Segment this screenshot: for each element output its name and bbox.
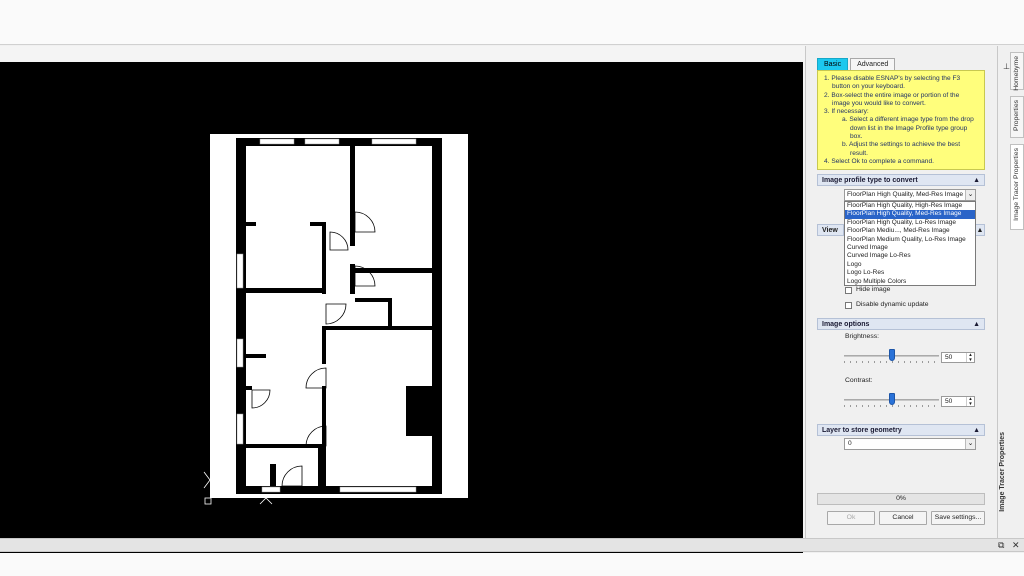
- brightness-slider[interactable]: [844, 349, 939, 363]
- disable-update-label: Disable dynamic update: [856, 301, 929, 308]
- dropdown-option[interactable]: Logo Multiple Colors: [845, 278, 975, 286]
- chevron-down-icon[interactable]: ⌄: [965, 439, 975, 449]
- collapse-arrow-icon[interactable]: ▲: [976, 224, 985, 236]
- chevron-down-icon[interactable]: ⌄: [965, 190, 975, 200]
- collapse-arrow-icon[interactable]: ▲: [973, 175, 980, 186]
- hide-image-checkbox[interactable]: [845, 286, 852, 294]
- dropdown-option[interactable]: FloorPlan Medium Quality, Lo-Res Image: [845, 236, 975, 244]
- drawing-viewport-frame: [0, 46, 806, 572]
- brightness-value: 50: [945, 354, 953, 361]
- profile-section-header[interactable]: Image profile type to convert ▲: [817, 174, 985, 186]
- profile-type-combo[interactable]: FloorPlan High Quality, Med-Res Image ⌄: [844, 189, 976, 201]
- ok-button[interactable]: Ok: [827, 511, 875, 525]
- instruction-line: a. Select a different image type from th…: [842, 116, 974, 141]
- dropdown-option[interactable]: FloorPlan Mediu..., Med-Res Image: [845, 227, 975, 235]
- side-tab-label: Homebyme: [1013, 56, 1020, 91]
- progress-bar: 0%: [817, 493, 985, 505]
- dropdown-option[interactable]: Curved Image: [845, 244, 975, 252]
- close-icon[interactable]: ✕: [1012, 540, 1020, 551]
- collapse-arrow-icon[interactable]: ▲: [973, 319, 980, 330]
- side-tab-homebyme[interactable]: Homebyme: [1010, 52, 1024, 91]
- image-options-header[interactable]: Image options ▲: [817, 318, 985, 330]
- dropdown-option[interactable]: Logo Lo-Res: [845, 269, 975, 277]
- brightness-label: Brightness:: [845, 333, 880, 340]
- disable-update-row[interactable]: Disable dynamic update: [845, 300, 929, 310]
- view-section-header[interactable]: View o: [817, 224, 844, 236]
- slider-ticks: [844, 361, 939, 363]
- restore-icon[interactable]: ⧉: [998, 540, 1004, 551]
- layer-combo[interactable]: 0 ⌄: [844, 438, 976, 450]
- layer-section-title: Layer to store geometry: [822, 427, 902, 434]
- layer-value: 0: [848, 440, 852, 447]
- image-tracer-panel: Basic Advanced 1. Please disable ESNAP's…: [807, 46, 997, 538]
- bottom-docking-bar: ⧉ ✕: [0, 538, 1024, 552]
- contrast-label: Contrast:: [845, 377, 873, 384]
- brightness-spinbox[interactable]: 50 ▲ ▼: [941, 352, 975, 363]
- instruction-line: 3. If necessary:: [824, 108, 869, 116]
- dropdown-option[interactable]: FloorPlan High Quality, High-Res Image: [845, 202, 975, 210]
- side-tab-properties[interactable]: Properties: [1010, 96, 1024, 138]
- command-line-area: [0, 553, 1024, 576]
- contrast-spinbox[interactable]: 50 ▲ ▼: [941, 396, 975, 407]
- contrast-value: 50: [945, 398, 953, 405]
- tab-advanced[interactable]: Advanced: [850, 58, 896, 70]
- dropdown-option[interactable]: FloorPlan High Quality, Lo-Res Image: [845, 219, 975, 227]
- brightness-slider-thumb[interactable]: [888, 349, 895, 361]
- disable-update-checkbox[interactable]: [845, 301, 852, 309]
- floorplan-image: [210, 134, 468, 498]
- grip-marker-icons: [203, 471, 273, 505]
- collapse-arrow-icon[interactable]: ▲: [973, 425, 980, 436]
- instruction-line: 1. Please disable ESNAP's by selecting t…: [824, 75, 961, 91]
- top-toolbar-area: [0, 0, 1024, 45]
- panel-vertical-title: Image Tracer Properties: [999, 432, 1006, 512]
- progress-text: 0%: [896, 495, 906, 502]
- image-options-title: Image options: [822, 321, 870, 328]
- side-tab-label: Image Tracer Properties: [1013, 148, 1020, 221]
- drawing-canvas[interactable]: [0, 62, 803, 572]
- side-tab-label: Properties: [1013, 100, 1020, 131]
- contrast-slider[interactable]: [844, 393, 939, 407]
- profile-section-title: Image profile type to convert: [822, 177, 918, 184]
- instructions-box: 1. Please disable ESNAP's by selecting t…: [817, 70, 985, 170]
- slider-ticks: [844, 405, 939, 407]
- contrast-slider-thumb[interactable]: [888, 393, 895, 405]
- instruction-line: 2. Box-select the entire image or portio…: [824, 91, 960, 107]
- tab-basic[interactable]: Basic: [817, 58, 849, 70]
- instruction-line: b. Adjust the settings to achieve the be…: [842, 141, 961, 157]
- cancel-button[interactable]: Cancel: [879, 511, 927, 525]
- hide-image-row[interactable]: Hide image: [845, 285, 890, 295]
- instruction-line: 4. Select Ok to complete a command.: [824, 157, 934, 165]
- save-settings-button[interactable]: Save settings...: [931, 511, 985, 525]
- panel-tabs: Basic Advanced: [817, 58, 897, 70]
- spin-arrows-icon[interactable]: ▲ ▼: [966, 352, 974, 362]
- view-section-title: View o: [822, 227, 838, 234]
- dropdown-option-selected[interactable]: FloorPlan High Quality, Med-Res Image: [845, 210, 975, 219]
- side-tab-image-tracer[interactable]: Image Tracer Properties: [1010, 144, 1024, 230]
- profile-type-value: FloorPlan High Quality, Med-Res Image: [847, 191, 964, 198]
- profile-type-dropdown-list[interactable]: FloorPlan High Quality, High-Res Image F…: [844, 201, 976, 286]
- hide-image-label: Hide image: [856, 286, 891, 293]
- spin-arrows-icon[interactable]: ▲ ▼: [966, 396, 974, 406]
- pin-icon[interactable]: ⊥: [1003, 62, 1010, 71]
- dropdown-option[interactable]: Logo: [845, 261, 975, 269]
- dropdown-option[interactable]: Curved Image Lo-Res: [845, 252, 975, 260]
- layer-section-header[interactable]: Layer to store geometry ▲: [817, 424, 985, 436]
